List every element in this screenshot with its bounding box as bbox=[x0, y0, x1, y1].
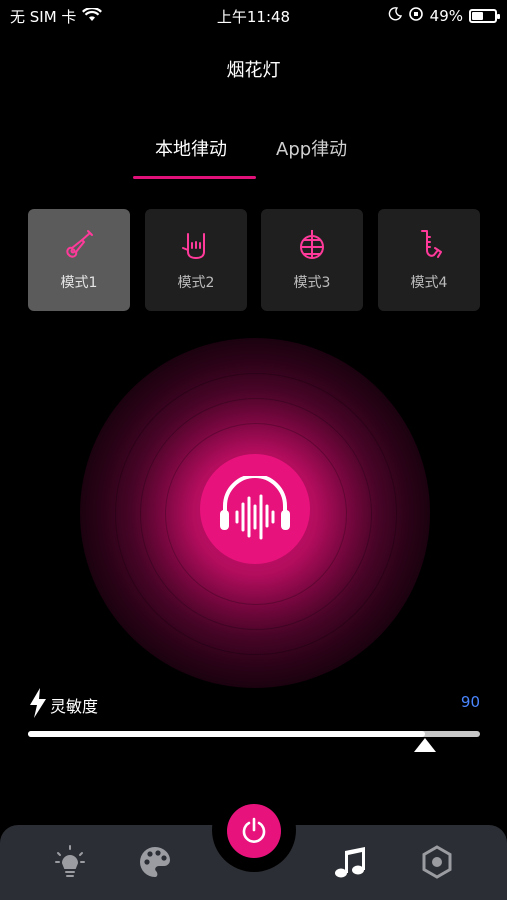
mode-label: 模式4 bbox=[410, 275, 448, 291]
headphones-sound-icon bbox=[220, 476, 290, 540]
battery-percent: 49% bbox=[429, 7, 463, 25]
tab-local-rhythm[interactable]: 本地律动 bbox=[155, 135, 227, 161]
saxophone-icon bbox=[421, 230, 442, 258]
tab-app-rhythm[interactable]: App律动 bbox=[276, 135, 347, 161]
power-button[interactable] bbox=[227, 804, 281, 858]
nav-settings[interactable] bbox=[420, 845, 454, 879]
mode-card-4[interactable]: 模式4 bbox=[378, 209, 480, 311]
rock-hand-icon bbox=[182, 233, 205, 259]
orientation-lock-icon bbox=[408, 6, 424, 26]
mode-selector: 模式1 模式2 模式3 模式4 bbox=[28, 209, 480, 311]
mode-card-1[interactable]: 模式1 bbox=[28, 209, 130, 311]
active-tab-indicator bbox=[133, 176, 256, 179]
guitar-icon bbox=[66, 230, 93, 258]
clock: 上午11:48 bbox=[216, 8, 291, 26]
moon-icon bbox=[388, 7, 402, 25]
palette-icon bbox=[140, 847, 170, 877]
mode-label: 模式2 bbox=[177, 275, 215, 291]
rhythm-toggle-button[interactable] bbox=[200, 454, 310, 564]
status-bar: 无 SIM 卡 上午11:48 49% bbox=[0, 0, 507, 32]
sensitivity-slider[interactable] bbox=[28, 731, 480, 752]
slider-fill bbox=[28, 731, 425, 737]
disco-ball-icon bbox=[300, 230, 324, 259]
hexagon-settings-icon bbox=[422, 845, 452, 879]
slider-thumb[interactable] bbox=[414, 738, 436, 752]
sensitivity-row: 灵敏度 90 bbox=[28, 688, 480, 718]
power-icon bbox=[242, 817, 266, 843]
page-title: 烟花灯 bbox=[226, 60, 281, 81]
nav-music[interactable] bbox=[334, 845, 368, 879]
lightbulb-icon bbox=[55, 845, 85, 877]
battery-level bbox=[472, 12, 483, 20]
nav-palette[interactable] bbox=[138, 845, 172, 879]
lightning-icon bbox=[30, 688, 46, 718]
sensitivity-label: 灵敏度 bbox=[50, 697, 99, 716]
battery-icon bbox=[469, 9, 500, 23]
music-note-icon bbox=[335, 847, 365, 878]
sensitivity-value: 90 bbox=[460, 693, 480, 711]
mode-card-2[interactable]: 模式2 bbox=[145, 209, 247, 311]
mode-card-3[interactable]: 模式3 bbox=[261, 209, 363, 311]
nav-light[interactable] bbox=[53, 845, 87, 879]
tab-bar: 本地律动 App律动 bbox=[130, 135, 370, 181]
mode-label: 模式3 bbox=[293, 275, 331, 291]
mode-label: 模式1 bbox=[60, 275, 98, 291]
